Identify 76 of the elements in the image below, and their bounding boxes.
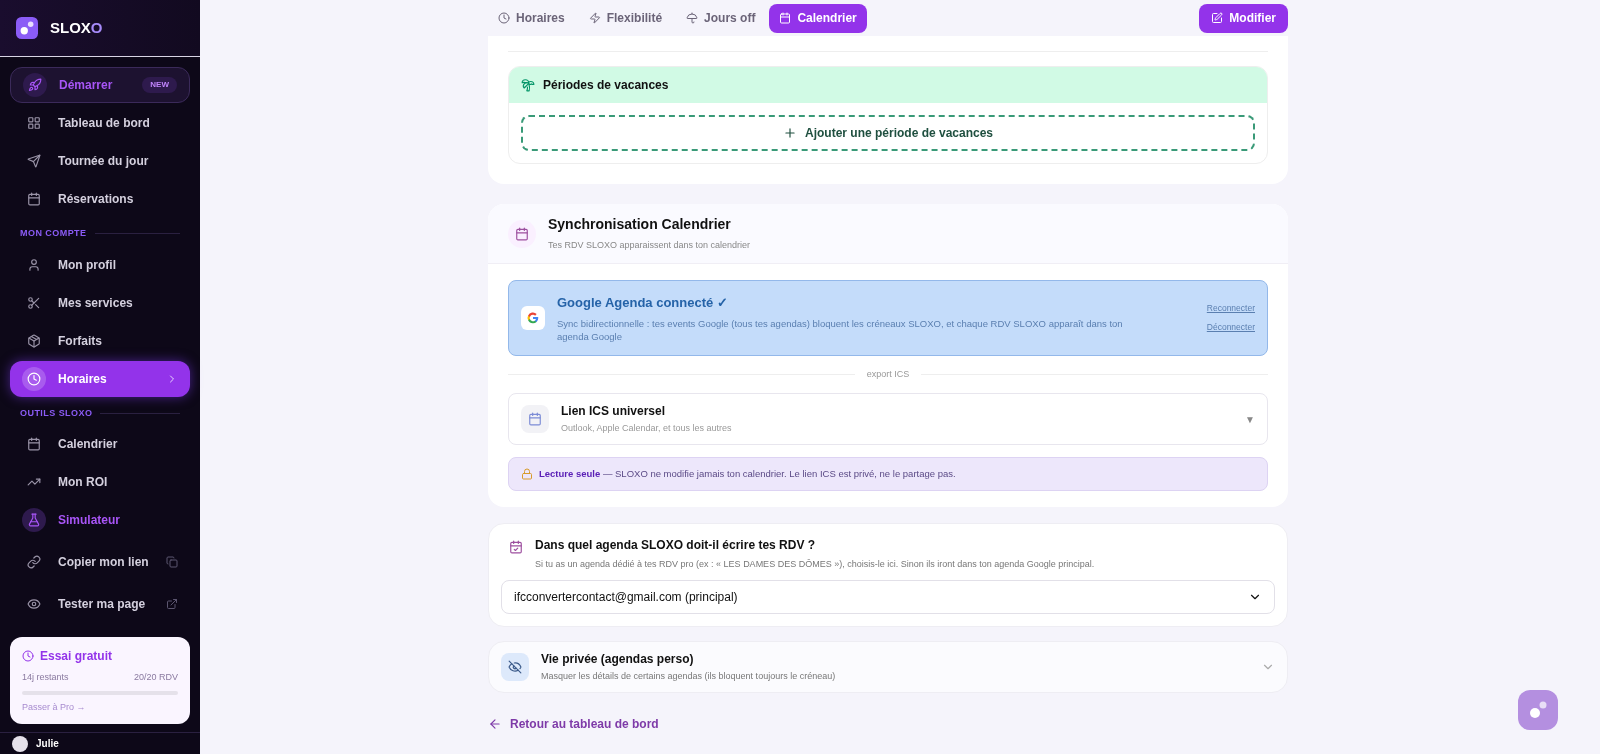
- connection-description: Sync bidirectionnelle : tes events Google (tous tes agendas) bloquent les créneaux SLOXO, et chaque RDV SLOXO apparaît dans ton agenda Google: [557, 316, 1124, 343]
- notice-text: Lecture seule — SLOXO ne modifie jamais ton calendrier. Le lien ICS est privé, ne le partage pas.: [539, 467, 956, 481]
- privacy-title: Vie privée (agendas perso): [541, 650, 695, 668]
- section-subtitle: Tes RDV SLOXO apparaissent dans ton calendrier: [548, 239, 751, 253]
- plus-icon: [782, 126, 797, 140]
- lock-icon: [521, 468, 533, 481]
- sidebar-item[interactable]: Tableau de bord: [10, 105, 190, 141]
- days-remaining: 14j restants: [22, 671, 69, 684]
- sidebar-item[interactable]: Tester ma page: [10, 586, 190, 622]
- clock-icon: [22, 650, 34, 662]
- section-title: Synchronisation Calendrier: [548, 215, 732, 235]
- back-link[interactable]: Retour au tableau de bord: [488, 714, 1288, 733]
- clock-icon: [498, 12, 510, 24]
- calendar-icon: [27, 437, 41, 451]
- brand-name: SLOXO: [50, 17, 103, 38]
- sidebar-item[interactable]: Tournée du jour: [10, 143, 190, 179]
- connection-title: Google Agenda connecté ✓: [557, 294, 729, 312]
- section-label: OUTILS SLOXO: [20, 406, 93, 420]
- ics-subtitle: Outlook, Apple Calendar, et tous les autres: [561, 422, 733, 436]
- g-logo-icon: [526, 310, 540, 325]
- logo-icon: [16, 17, 38, 39]
- tab[interactable]: Horaires: [488, 3, 575, 33]
- sidebar-item[interactable]: Mon profil: [10, 246, 190, 283]
- edit-icon: [1211, 12, 1224, 24]
- eye-off-icon: [508, 659, 522, 674]
- tab[interactable]: Flexibilité: [578, 3, 673, 33]
- calendar-icon: [779, 12, 792, 24]
- tab[interactable]: Calendrier: [769, 3, 867, 33]
- grid-icon: [27, 116, 41, 130]
- edit-button[interactable]: Modifier: [1199, 3, 1288, 33]
- copy-icon: [166, 556, 178, 568]
- privacy-row[interactable]: Vie privée (agendas perso) Masquer les détails de certains agendas (ils bloquent toujours le créneau): [488, 640, 1288, 693]
- user-icon: [27, 257, 41, 272]
- calendar-select[interactable]: ifcconvertercontact@gmail.com (principal): [501, 579, 1275, 614]
- privacy-subtitle: Masquer les détails de certains agendas (ils bloquent toujours le créneau): [541, 669, 837, 683]
- sidebar-item[interactable]: Simulateur: [10, 502, 190, 538]
- eye-icon: [27, 597, 41, 611]
- sidebar-item[interactable]: Horaires: [10, 360, 190, 397]
- link-icon: [27, 555, 41, 569]
- app-launcher-button[interactable]: [1518, 690, 1558, 730]
- sidebar-item[interactable]: Copier mon lien: [10, 544, 190, 580]
- umbrella-icon: [686, 12, 699, 24]
- calendar-icon: [528, 412, 542, 427]
- lightning-icon: [588, 12, 601, 24]
- scissors-icon: [27, 295, 41, 310]
- new-badge: NEW: [142, 77, 177, 93]
- section-title: Dans quel agenda SLOXO doit-il écrire tes RDV ?: [535, 537, 817, 555]
- sidebar-item[interactable]: Calendrier: [10, 426, 190, 462]
- sidebar-item[interactable]: Démarrer NEW: [10, 67, 190, 103]
- section-subtitle: Si tu as un agenda dédié à tes RDV pro (ex : « LES DAMES DES DÔMES »), choisis-le ici. Sinon ils iront dans ton agenda Google principal.: [535, 558, 1095, 572]
- external-link-icon: [166, 598, 178, 610]
- box-icon: [27, 333, 41, 348]
- add-vacation-button[interactable]: Ajouter une période de vacances: [521, 115, 1255, 151]
- section-title: Périodes de vacances: [543, 77, 669, 94]
- sidebar-item[interactable]: Forfaits: [10, 322, 190, 359]
- calendar-check-icon: [509, 540, 523, 555]
- rocket-icon: [28, 78, 42, 92]
- divider-label: export ICS: [866, 367, 910, 381]
- palm-tree-icon: [521, 78, 535, 92]
- booking-count: 20/20 RDV: [133, 671, 178, 684]
- calendar-icon: [27, 192, 41, 206]
- ics-title: Lien ICS universel: [561, 403, 667, 421]
- sidebar-item[interactable]: Mon ROI: [10, 464, 190, 500]
- section-label: MON COMPTE: [20, 227, 87, 240]
- user-name: Julie: [36, 737, 59, 751]
- sidebar-item[interactable]: Mes services: [10, 284, 190, 321]
- paper-plane-icon: [27, 154, 41, 168]
- ics-link-row[interactable]: Lien ICS universel Outlook, Apple Calendar, et tous les autres ▼: [508, 393, 1268, 446]
- avatar: [12, 735, 28, 752]
- triangle-icon: ▼: [1245, 411, 1255, 427]
- flask-icon: [27, 513, 41, 527]
- trial-title: Essai gratuit: [40, 648, 113, 665]
- tab[interactable]: Jours off: [676, 3, 766, 33]
- calendar-icon: [515, 226, 529, 241]
- clock-icon: [27, 371, 41, 386]
- sidebar-item[interactable]: Réservations: [10, 181, 190, 217]
